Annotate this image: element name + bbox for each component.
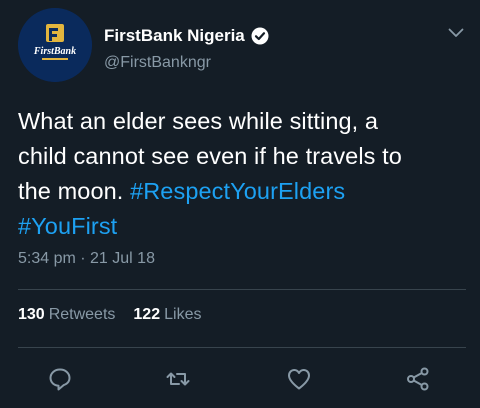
- reply-button[interactable]: [47, 366, 73, 392]
- tweet-text-line-1: What an elder sees while sitting, a: [18, 108, 379, 134]
- share-button[interactable]: [405, 366, 431, 392]
- tweet-stats: 130 Retweets 122 Likes: [18, 306, 219, 324]
- divider: [18, 289, 466, 290]
- chevron-down-icon[interactable]: [448, 26, 464, 38]
- tweet-timestamp[interactable]: 5:34 pm · 21 Jul 18: [18, 250, 155, 268]
- hashtag-respect-your-elders[interactable]: #RespectYourElders: [130, 178, 345, 204]
- likes-stat[interactable]: 122 Likes: [133, 306, 201, 324]
- tweet-text-line-3: the moon.: [18, 178, 124, 204]
- verified-badge-icon: [251, 27, 269, 45]
- author-name-row[interactable]: FirstBank Nigeria: [104, 26, 269, 46]
- firstbank-logo: FirstBank: [18, 8, 92, 82]
- share-icon: [407, 367, 429, 391]
- tweet-header: FirstBank FirstBank Nigeria @FirstBankng…: [0, 0, 480, 90]
- reply-icon: [49, 368, 71, 391]
- tweet-actions: [0, 356, 480, 402]
- divider: [18, 347, 466, 348]
- author-handle[interactable]: @FirstBankngr: [104, 54, 211, 72]
- retweets-label: Retweets: [48, 306, 116, 323]
- tweet-text: What an elder sees while sitting, a child…: [18, 104, 468, 244]
- retweet-button[interactable]: [165, 366, 191, 392]
- likes-label: Likes: [164, 306, 202, 323]
- likes-count: 122: [133, 306, 161, 323]
- heart-icon: [288, 369, 310, 390]
- author-display-name[interactable]: FirstBank Nigeria: [104, 26, 245, 46]
- hashtag-you-first[interactable]: #YouFirst: [18, 213, 117, 239]
- retweets-count: 130: [18, 306, 45, 323]
- retweet-icon: [166, 372, 190, 386]
- like-button[interactable]: [286, 366, 312, 392]
- avatar[interactable]: FirstBank: [18, 8, 92, 82]
- avatar-logo-text: FirstBank: [33, 46, 76, 57]
- tweet-text-line-2: child cannot see even if he travels to: [18, 143, 402, 169]
- retweets-stat[interactable]: 130 Retweets: [18, 306, 115, 324]
